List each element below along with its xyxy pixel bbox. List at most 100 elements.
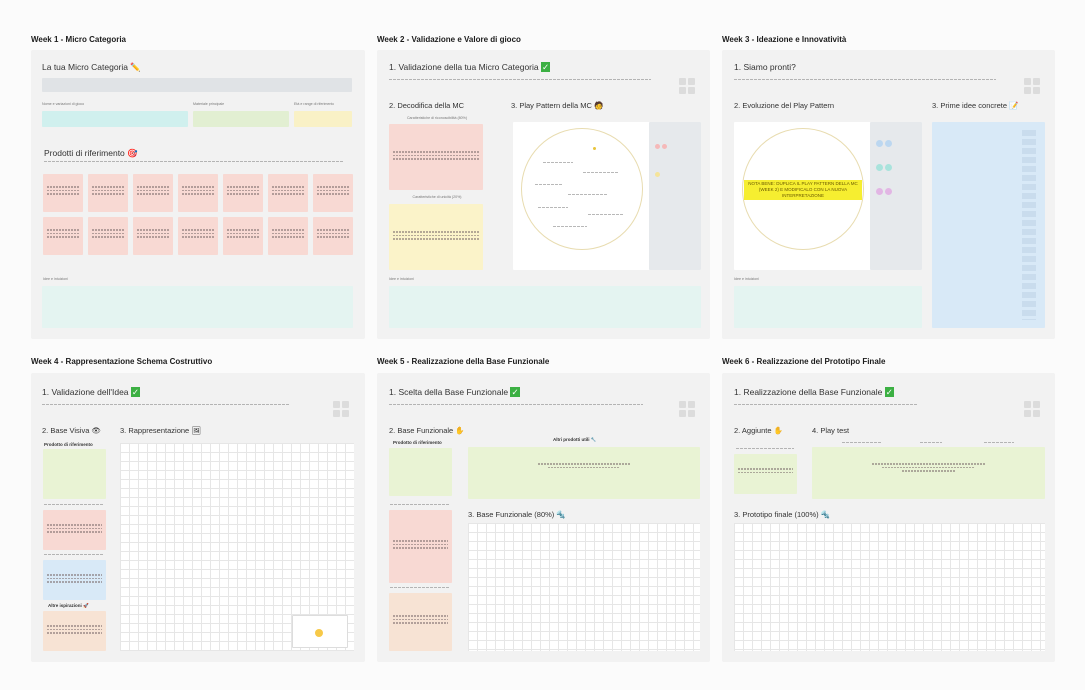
- play-test-column: [984, 442, 1014, 443]
- choice-description: [389, 404, 643, 405]
- ideas-area[interactable]: [389, 286, 701, 328]
- week-4-title: Week 4 - Rappresentazione Schema Costrut…: [31, 357, 213, 366]
- ideas-checklist: [1022, 130, 1036, 320]
- age-field[interactable]: [294, 111, 352, 127]
- pencil-icon: ✏️: [130, 62, 141, 72]
- product-sticky[interactable]: [223, 174, 263, 212]
- week-4-frame[interactable]: 1. Validazione dell'Idea ✓ 2. Base Visiv…: [31, 373, 365, 662]
- pattern-legend-panel: [649, 122, 701, 270]
- products-heading: Prodotti di riferimento 🎯: [44, 148, 138, 158]
- ideas-label: Idee e intuizioni: [389, 277, 414, 281]
- check-icon: ✓: [884, 387, 894, 397]
- idea-validation-description: [42, 404, 290, 405]
- target-icon: 🎯: [127, 148, 138, 158]
- uniqueness-label: Caratteristiche di unicità (20%): [412, 195, 462, 199]
- decode-heading: 2. Decodifica della MC: [389, 101, 465, 110]
- week-2-frame[interactable]: 1. Validazione della tua Micro Categoria…: [377, 50, 710, 339]
- pattern-label: [535, 184, 563, 185]
- functional-card[interactable]: [389, 510, 452, 583]
- week-6-title: Week 6 - Realizzazione del Prototipo Fin…: [722, 357, 886, 366]
- play-test-column: [920, 442, 942, 443]
- week-3-title: Week 3 - Ideazione e Innovatività: [722, 35, 847, 44]
- product-sticky[interactable]: [223, 217, 263, 255]
- avatar-group: [1024, 72, 1042, 94]
- reference-product-label: Prodotto di riferimento: [393, 440, 442, 445]
- ready-description: [734, 79, 996, 80]
- template-icon: [315, 629, 323, 637]
- name-field[interactable]: [42, 111, 188, 127]
- reference-product-card[interactable]: [389, 448, 452, 496]
- modification-card[interactable]: [389, 593, 452, 651]
- inspiration-card[interactable]: [43, 611, 106, 651]
- functional-base-grid[interactable]: [468, 523, 700, 651]
- concrete-ideas-heading: 3. Prime idee concrete 📝: [932, 101, 1019, 110]
- ready-heading: 1. Siamo pronti?: [734, 62, 796, 72]
- material-field[interactable]: [193, 111, 289, 127]
- product-sticky[interactable]: [43, 174, 83, 212]
- field-label-3: Età e range di riferimento: [294, 102, 335, 106]
- card-label: [736, 448, 794, 449]
- recognizability-card[interactable]: [389, 124, 483, 190]
- pattern-label: [588, 214, 624, 215]
- week-6-frame[interactable]: 1. Realizzazione della Base Funzionale ✓…: [722, 373, 1055, 662]
- pattern-label: [583, 172, 618, 173]
- tools-icon: 🔧: [590, 437, 597, 442]
- product-sticky[interactable]: [88, 217, 128, 255]
- evolution-board[interactable]: NOTA BENE: DUPLICA IL PLAY PATTERN DELLA…: [734, 122, 922, 270]
- evolution-heading: 2. Evoluzione del Play Pattern: [734, 101, 835, 110]
- product-sticky[interactable]: [268, 174, 308, 212]
- title-field[interactable]: [42, 78, 352, 92]
- week-3-frame[interactable]: 1. Siamo pronti? 2. Evoluzione del Play …: [722, 50, 1055, 339]
- play-pattern-circle: [521, 128, 643, 250]
- play-pattern-heading: 3. Play Pattern della MC 🧑: [511, 101, 604, 110]
- eye-icon: 👁: [91, 426, 102, 435]
- product-sticky[interactable]: [313, 217, 353, 255]
- tool-icon: 🔩: [556, 510, 566, 519]
- week-2-title: Week 2 - Validazione e Valore di gioco: [377, 35, 521, 44]
- product-sticky[interactable]: [88, 174, 128, 212]
- week-1-title: Week 1 - Micro Categoria: [31, 35, 126, 44]
- pencil-icon: 📝: [1009, 101, 1019, 110]
- additions-heading: 2. Aggiunte ✋: [734, 426, 783, 435]
- final-prototype-grid[interactable]: [734, 523, 1045, 651]
- idea-validation-heading: 1. Validazione dell'Idea ✓: [42, 387, 141, 397]
- ideas-area[interactable]: [42, 286, 353, 328]
- ideas-area[interactable]: [734, 286, 922, 328]
- validation-description: [389, 79, 651, 80]
- product-sticky[interactable]: [268, 217, 308, 255]
- play-test-card[interactable]: [812, 447, 1045, 499]
- field-label-1: Nome e variazioni di gioco: [42, 102, 85, 106]
- uniqueness-card[interactable]: [389, 204, 483, 270]
- product-sticky[interactable]: [178, 174, 218, 212]
- hand-icon: ✋: [773, 426, 783, 435]
- reference-product-card[interactable]: [43, 449, 106, 499]
- pattern-label: [568, 194, 608, 195]
- pattern-label: [553, 226, 587, 227]
- product-sticky[interactable]: [178, 217, 218, 255]
- product-sticky[interactable]: [133, 174, 173, 212]
- addition-card[interactable]: [734, 454, 797, 494]
- concrete-ideas-area[interactable]: [932, 122, 1045, 328]
- product-sticky[interactable]: [43, 217, 83, 255]
- products-description: [44, 161, 344, 162]
- field-label-2: Materiale principale: [193, 102, 225, 106]
- product-sticky[interactable]: [313, 174, 353, 212]
- play-pattern-board[interactable]: [513, 122, 701, 270]
- evolution-legend-panel: [870, 122, 922, 270]
- template-card[interactable]: [292, 615, 348, 648]
- other-products-card[interactable]: [468, 447, 700, 499]
- product-sticky[interactable]: [133, 217, 173, 255]
- representation-grid[interactable]: [120, 443, 354, 651]
- recognizability-label: Caratteristiche di riconoscibilità (80%): [406, 116, 468, 120]
- visual-card[interactable]: [43, 560, 106, 600]
- other-inspirations-label: Altre ispirazioni 🚀: [48, 603, 89, 608]
- micro-category-heading: La tua Micro Categoria ✏️: [42, 62, 141, 72]
- pattern-label: [538, 207, 568, 208]
- check-icon: ✓: [510, 387, 520, 397]
- week-1-frame[interactable]: La tua Micro Categoria ✏️ Nome e variazi…: [31, 50, 365, 339]
- avatar-group: [333, 395, 351, 417]
- tool-icon: 🔩: [820, 510, 831, 519]
- week-5-frame[interactable]: 1. Scelta della Base Funzionale ✓ 2. Bas…: [377, 373, 710, 662]
- duplicate-note: NOTA BENE: DUPLICA IL PLAY PATTERN DELLA…: [744, 180, 862, 200]
- visual-card[interactable]: [43, 510, 106, 550]
